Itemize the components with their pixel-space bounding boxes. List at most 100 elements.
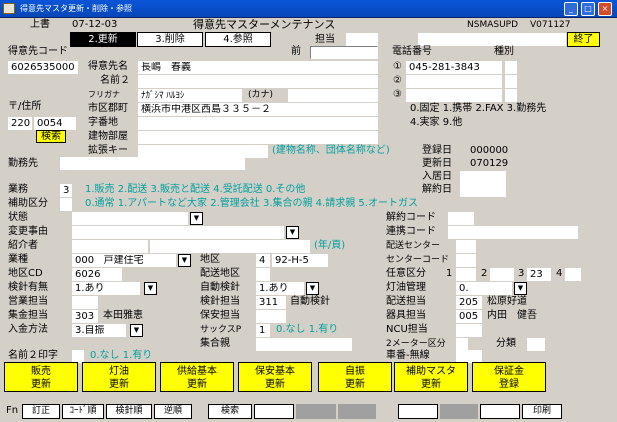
- fkey-correct[interactable]: 訂正: [22, 404, 60, 419]
- kenshin-label: 検針有無: [8, 282, 48, 293]
- phone-2-type[interactable]: [505, 75, 517, 88]
- kenshin-dropdown-icon[interactable]: ▼: [144, 282, 157, 295]
- fkey-blank-9[interactable]: [398, 404, 438, 419]
- sacks-input[interactable]: 1: [256, 324, 270, 337]
- shukin-label: 集金担当: [8, 310, 48, 321]
- henko-dropdown-icon[interactable]: ▼: [286, 226, 299, 239]
- kenshin-select[interactable]: 1.あり: [72, 282, 140, 295]
- chiku-label: 地区: [200, 254, 220, 265]
- nini-3-input[interactable]: 23: [527, 268, 551, 281]
- ncu-input[interactable]: [456, 324, 482, 337]
- kyokyu-update-button[interactable]: 供給基本 更新: [160, 362, 234, 392]
- customer-name-input[interactable]: 長嶋 春義: [138, 61, 378, 74]
- phone-2-input[interactable]: [406, 75, 502, 88]
- ext-key-label: 拡張キー: [88, 145, 128, 156]
- gyomu-input[interactable]: 3: [60, 184, 72, 197]
- jotai-dropdown-icon[interactable]: ▼: [190, 212, 203, 225]
- henko-select[interactable]: [72, 226, 284, 239]
- furigana-extra-field: [288, 89, 378, 102]
- hoan-input[interactable]: [256, 310, 286, 323]
- kaiyaku-code-input[interactable]: [448, 212, 474, 225]
- chiku-input[interactable]: 4: [256, 254, 270, 267]
- program-id: NSMASUPD: [467, 20, 519, 30]
- furigana-input[interactable]: ﾅｶﾞｼﾏ ﾊﾙﾖｼ: [138, 89, 242, 102]
- exit-button[interactable]: 終了: [567, 32, 600, 47]
- tab-update[interactable]: 2.更新: [70, 32, 136, 47]
- bunrui-input[interactable]: [527, 338, 545, 351]
- shugo-input[interactable]: [256, 338, 352, 351]
- aza-input[interactable]: [138, 117, 378, 130]
- fkey-kenshin-order[interactable]: 検針順: [106, 404, 152, 419]
- hojo-master-update-button[interactable]: 補助マスタ 更新: [394, 362, 468, 392]
- kigu-input[interactable]: 005: [456, 310, 482, 323]
- fkey-search[interactable]: 検索: [208, 404, 252, 419]
- fkey-code-order[interactable]: ｺｰﾄﾞ順: [62, 404, 104, 419]
- button-line1: 供給基本: [177, 366, 217, 377]
- eigyo-input[interactable]: [72, 296, 98, 309]
- kinmusaki-input[interactable]: [60, 157, 245, 170]
- toyu-select[interactable]: 0.: [456, 282, 512, 295]
- mae-field: [310, 46, 378, 59]
- postal-input-2[interactable]: 0054: [34, 117, 76, 130]
- jido-select[interactable]: 1.あり: [256, 282, 304, 295]
- city-input[interactable]: 横浜市中港区西島３３５－２: [138, 103, 378, 116]
- version-label: V071127: [530, 20, 571, 30]
- maximize-button[interactable]: □: [581, 2, 595, 16]
- fkey-blank-11[interactable]: [480, 404, 520, 419]
- nini-1-input[interactable]: [456, 268, 476, 281]
- kaiyaku-date-input[interactable]: [460, 184, 506, 197]
- fkey-print[interactable]: 印刷: [522, 404, 562, 419]
- nini-2-input[interactable]: [490, 268, 514, 281]
- name2-label: 名前２: [100, 75, 130, 86]
- hoan-update-button[interactable]: 保安基本 更新: [238, 362, 312, 392]
- phone-3-type[interactable]: [505, 89, 517, 102]
- name2-input[interactable]: [138, 75, 378, 88]
- haiso-center-input[interactable]: [456, 240, 476, 253]
- gyoshu-select[interactable]: 000 戸建住宅: [72, 254, 176, 267]
- address-search-button[interactable]: 検索: [36, 130, 66, 143]
- haiso-tanto-input[interactable]: 205: [456, 296, 482, 309]
- jido-dropdown-icon[interactable]: ▼: [306, 282, 319, 295]
- building-input[interactable]: [138, 131, 378, 144]
- toyu-dropdown-icon[interactable]: ▼: [514, 282, 527, 295]
- shokai-input[interactable]: [72, 240, 148, 253]
- jido-label: 自動検針: [200, 282, 240, 293]
- nini-4-input[interactable]: [565, 268, 581, 281]
- hoshokin-register-button[interactable]: 保証金 登録: [472, 362, 546, 392]
- chiku-cd-input[interactable]: 6026: [72, 268, 122, 281]
- renraku-code-label: 連携コード: [386, 226, 436, 237]
- fkey-reverse-order[interactable]: 逆順: [154, 404, 192, 419]
- phone-3-input[interactable]: [406, 89, 502, 102]
- nini-1-label: 1: [446, 268, 453, 279]
- toyu-update-button[interactable]: 灯油 更新: [82, 362, 156, 392]
- phone-1-type[interactable]: [505, 61, 517, 74]
- tab-view[interactable]: 4.参照: [205, 32, 271, 47]
- jifuri-update-button[interactable]: 自振 更新: [318, 362, 392, 392]
- close-button[interactable]: ×: [598, 2, 612, 16]
- nyukin-dropdown-icon[interactable]: ▼: [130, 324, 143, 337]
- customer-code-input[interactable]: 6026535000: [8, 61, 78, 74]
- postal-label: 〒/住所: [8, 101, 42, 112]
- tanto-input[interactable]: [346, 33, 378, 46]
- nyukin-select[interactable]: 3.自振: [72, 324, 126, 337]
- kenshin-tanto-label: 検針担当: [200, 296, 240, 307]
- kinmusaki-label: 勤務先: [8, 158, 38, 169]
- gyoshu-dropdown-icon[interactable]: ▼: [178, 254, 191, 267]
- haiso-chiku-input[interactable]: [256, 268, 270, 281]
- minimize-button[interactable]: _: [564, 2, 578, 16]
- meter-label: 2メーター区分: [386, 339, 446, 349]
- jotai-select[interactable]: [72, 212, 188, 225]
- tab-delete[interactable]: 3.削除: [137, 32, 203, 47]
- hanbai-update-button[interactable]: 販売 更新: [4, 362, 78, 392]
- shukin-input[interactable]: 303: [72, 310, 98, 323]
- center-code-input[interactable]: [456, 254, 476, 267]
- hojo-input[interactable]: [60, 198, 72, 211]
- kenshin-tanto-input[interactable]: 311: [256, 296, 286, 309]
- phone-1-input[interactable]: 045-281-3843: [406, 61, 502, 74]
- shokai-name-field: [150, 240, 310, 253]
- postal-input-1[interactable]: 220: [8, 117, 32, 130]
- city-label: 市区郡町: [88, 103, 128, 114]
- nyukyo-input[interactable]: [460, 171, 506, 184]
- fkey-blank-6[interactable]: [254, 404, 294, 419]
- renraku-code-input[interactable]: [448, 226, 578, 239]
